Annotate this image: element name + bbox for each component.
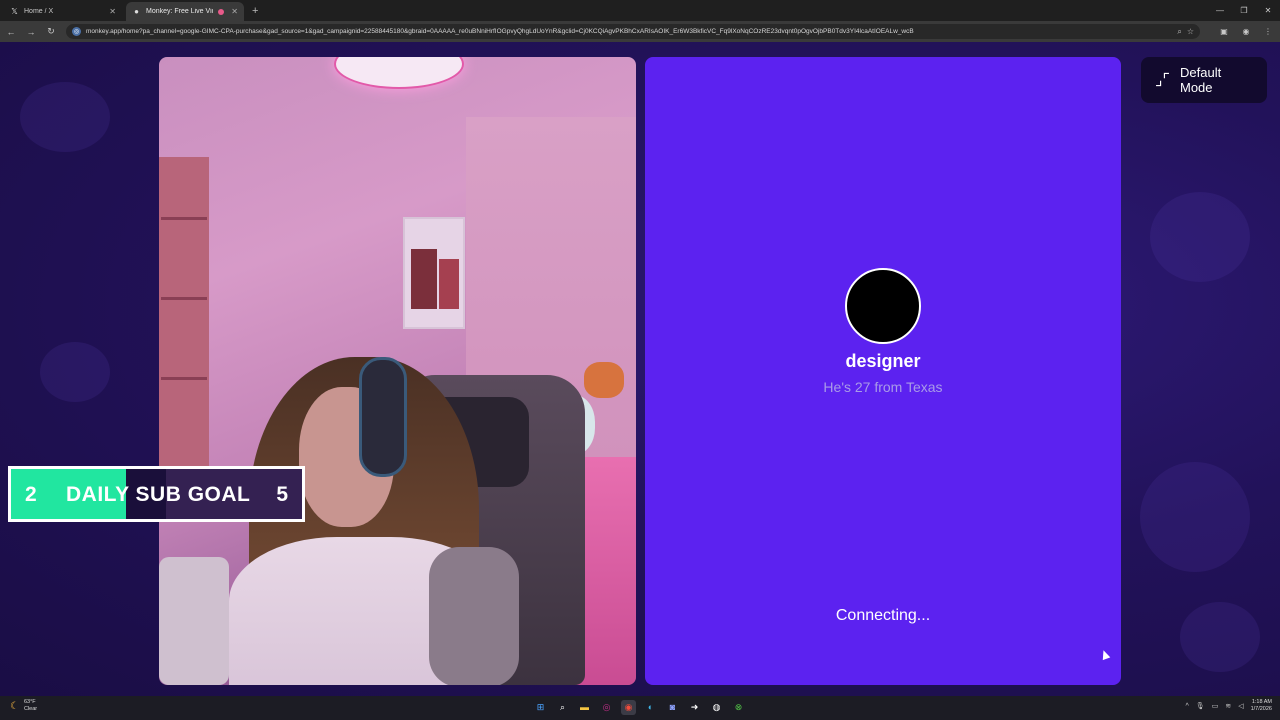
media-app-icon[interactable]: ◎ [599,700,614,715]
tab-home-x[interactable]: 𝕏 Home / X ✕ [4,2,122,21]
os-taskbar: ☾ 63°F Clear ⊞ ⌕ ▬ ◎ ◉ ◐ ◙ ➜ ◍ ⊗ ^ 🎙 ▭ ≋… [0,696,1280,720]
bookmark-star-icon[interactable]: ☆ [1187,27,1194,36]
windows-start-icon[interactable]: ⊞ [533,700,548,715]
partner-bio: He's 27 from Texas [823,379,943,395]
background-blob [1180,602,1260,672]
partner-username: designer [845,351,921,371]
close-icon[interactable]: ✕ [231,7,238,16]
menu-icon[interactable]: ⋮ [1262,27,1274,36]
goal-target: 5 [276,483,288,506]
window-controls: — ❐ ✕ [1208,0,1280,21]
minimize-icon[interactable]: — [1208,6,1232,15]
url-text: monkey.app/home?pa_channel=google-GIMC-C… [86,28,914,35]
background-blob [40,342,110,402]
tab-title: Monkey: Free Live Video Ch... [146,8,213,15]
goal-label: DAILY SUB GOAL [66,483,251,506]
clock[interactable]: 1:18 AM 1/7/2026 [1251,699,1272,713]
local-video-feed [159,57,636,685]
display-icon[interactable]: ▭ [1212,702,1219,710]
monkey-favicon-icon: ● [134,7,139,16]
site-info-icon[interactable]: ◎ [72,27,81,36]
wifi-icon[interactable]: ≋ [1225,702,1231,710]
weather-temp: 63°F [23,699,36,705]
clock-date: 1/7/2026 [1250,706,1272,712]
new-tab-button[interactable]: + [252,5,258,21]
avatar [845,268,921,344]
back-icon[interactable]: ← [6,27,16,37]
partner-panel: designer He's 27 from Texas Connecting..… [645,57,1121,685]
background-blob [20,82,110,152]
app-arrow-icon[interactable]: ➜ [687,700,702,715]
person-sleeve [429,547,519,685]
collapse-icon: ⌟⌜ [1155,72,1170,89]
connection-status: Connecting... [835,607,931,624]
close-icon[interactable]: ✕ [109,7,116,16]
browser-toolbar: ← → ↻ ◎ monkey.app/home?pa_channel=googl… [0,21,1280,42]
tab-title: Home / X [24,8,54,15]
moon-icon: ☾ [10,700,19,712]
search-icon[interactable]: ⌕ [555,700,570,715]
ceiling-light [334,57,464,89]
chevron-up-icon[interactable]: ^ [1186,703,1189,710]
forward-icon[interactable]: → [26,27,36,37]
plush-toy [584,362,624,398]
goal-current: 2 [25,483,37,506]
sidebar-icon[interactable]: ▣ [1218,27,1230,36]
obs-icon[interactable]: ◍ [709,700,724,715]
restore-icon[interactable]: ❐ [1232,6,1256,15]
mode-label: Default Mode [1180,65,1222,95]
background-blob [1140,462,1250,572]
recording-indicator-icon [218,8,225,15]
file-explorer-icon[interactable]: ▬ [577,700,592,715]
discord-icon[interactable]: ◙ [665,700,680,715]
headphones [359,357,407,477]
x-logo-icon: 𝕏 [11,7,18,16]
weather-widget[interactable]: ☾ 63°F Clear [10,699,37,713]
taskbar-apps: ⊞ ⌕ ▬ ◎ ◉ ◐ ◙ ➜ ◍ ⊗ [533,700,746,715]
chrome-icon[interactable]: ◉ [621,700,636,715]
system-tray: ^ 🎙 ▭ ≋ ◁ 1:18 AM 1/7/2026 [1186,699,1273,713]
monkey-page: designer He's 27 from Texas Connecting..… [0,42,1280,696]
reload-icon[interactable]: ↻ [46,26,56,37]
address-bar[interactable]: ◎ monkey.app/home?pa_channel=google-GIMC… [66,24,1200,39]
default-mode-button[interactable]: ⌟⌜ Default Mode [1141,57,1267,103]
microphone [159,557,229,685]
daily-sub-goal-overlay: 2 DAILY SUB GOAL 5 [8,466,305,522]
background-blob [1150,192,1250,282]
bookshelf [159,157,209,487]
weather-condition: Clear [23,706,38,712]
tab-bar: 𝕏 Home / X ✕ ● Monkey: Free Live Video C… [0,0,1280,21]
profile-icon[interactable]: ◉ [1240,27,1252,36]
microphone-icon[interactable]: 🎙 [1196,702,1205,710]
clock-time: 1:18 AM [1251,699,1272,705]
xbox-icon[interactable]: ⊗ [731,700,746,715]
close-window-icon[interactable]: ✕ [1256,6,1280,15]
wall-poster [403,217,465,329]
volume-icon[interactable]: ◁ [1238,702,1243,710]
zoom-icon[interactable]: ⌕ [1177,27,1181,37]
edge-icon[interactable]: ◐ [643,700,658,715]
tab-monkey[interactable]: ● Monkey: Free Live Video Ch... ✕ [126,2,244,21]
